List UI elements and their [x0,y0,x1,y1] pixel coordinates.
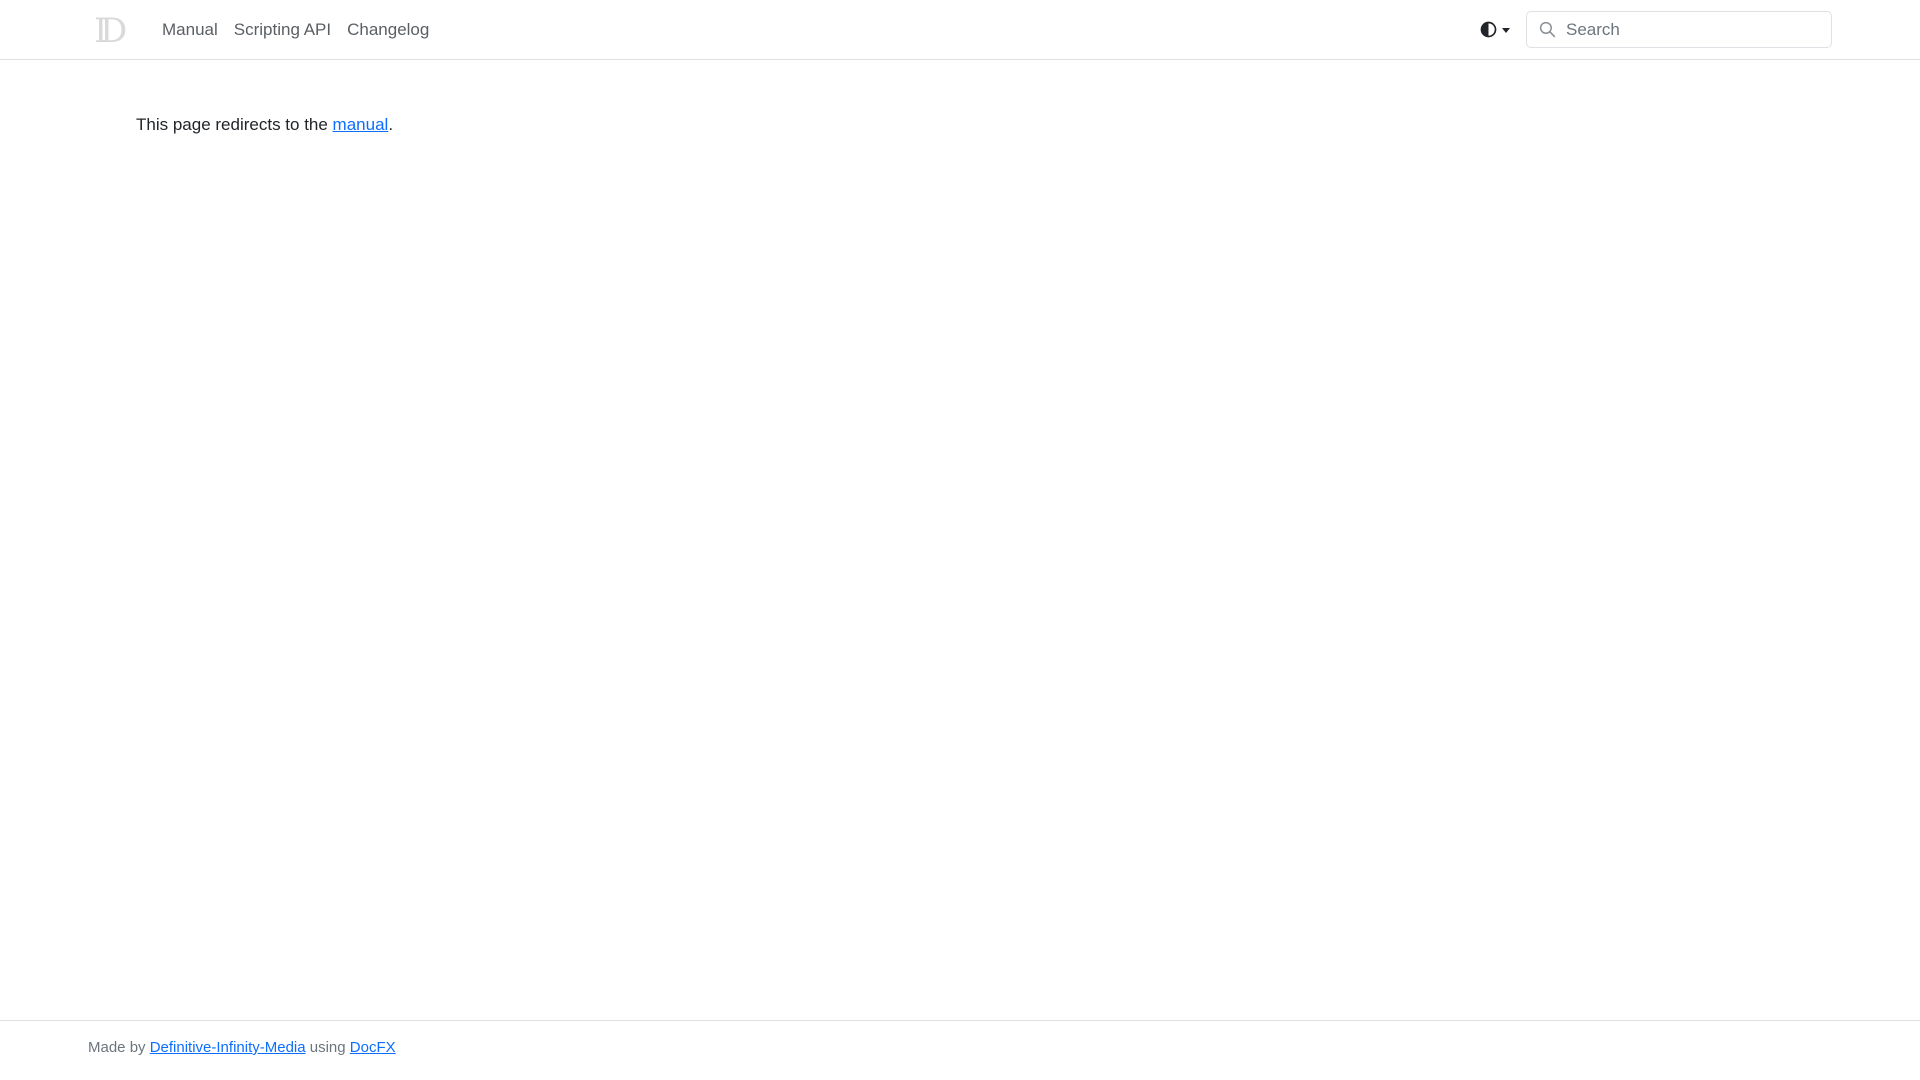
search-input[interactable] [1566,19,1819,40]
main-nav: Manual Scripting API Changelog [162,20,437,40]
half-circle-contrast-icon [1480,21,1497,38]
d-logo-icon: I D [94,13,127,47]
site-logo[interactable]: I D [94,13,130,47]
redirect-message: This page redirects to the manual. [136,112,1920,138]
page-footer: Made by Definitive-Infinity-Media using … [0,1020,1920,1080]
nav-item-manual[interactable]: Manual [162,20,226,40]
theme-toggle-button[interactable] [1476,15,1514,45]
nav-item-changelog[interactable]: Changelog [339,20,437,40]
footer-docfx-link[interactable]: DocFX [350,1039,396,1056]
footer-author-link[interactable]: Definitive-Infinity-Media [150,1039,306,1056]
main-content: This page redirects to the manual. [0,60,1920,1020]
top-navbar: I D Manual Scripting API Changelog [0,0,1920,60]
nav-item-scripting-api[interactable]: Scripting API [226,20,339,40]
footer-made-by-text: Made by [88,1039,150,1056]
svg-text:D: D [100,13,127,47]
page: I D Manual Scripting API Changelog Searc… [0,0,1920,1080]
search-box[interactable] [1526,11,1832,48]
manual-link[interactable]: manual [333,115,389,134]
chevron-down-icon [1502,27,1510,33]
redirect-text-suffix: . [388,115,394,134]
redirect-text-prefix: This page redirects to the [136,115,333,134]
footer-using-text: using [305,1039,350,1056]
search-icon [1539,21,1556,39]
